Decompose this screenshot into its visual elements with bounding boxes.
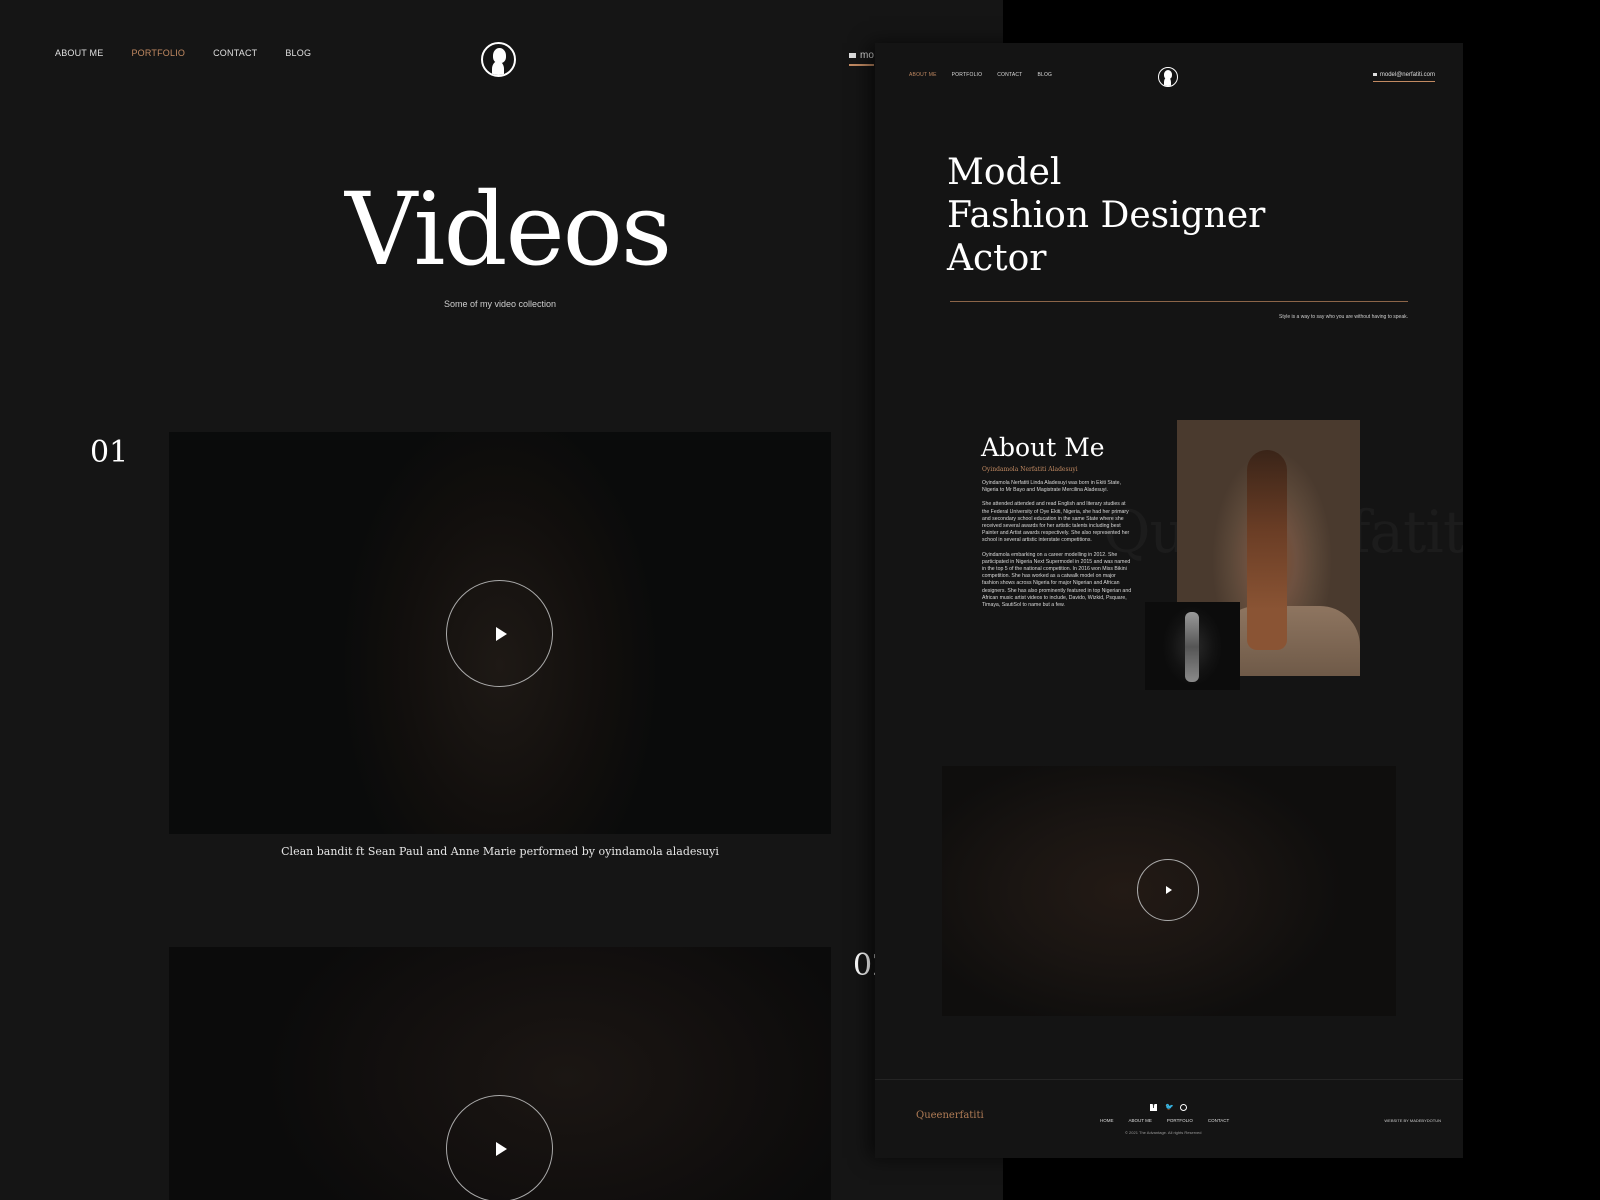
email-link[interactable]: mo: [849, 50, 874, 66]
play-icon: [496, 1141, 507, 1156]
footer-nav-contact[interactable]: CONTACT: [1208, 1118, 1229, 1123]
about-page: ABOUT ME PORTFOLIO CONTACT BLOG model@ne…: [875, 43, 1463, 1158]
photo-figure: [1185, 612, 1199, 682]
logo-neck: [1164, 77, 1171, 86]
footer-nav: HOME ABOUT ME PORTFOLIO CONTACT: [1100, 1118, 1244, 1123]
silhouette-logo-icon[interactable]: [1158, 67, 1178, 87]
roles-heading: Model Fashion Designer Actor: [947, 151, 1265, 280]
about-heading: About Me: [981, 433, 1105, 462]
main-nav: ABOUT ME PORTFOLIO CONTACT BLOG: [909, 72, 1067, 78]
footer-nav-about-me[interactable]: ABOUT ME: [1129, 1118, 1152, 1123]
nav-contact[interactable]: CONTACT: [213, 48, 257, 58]
twitter-icon[interactable]: 🐦: [1165, 1104, 1174, 1111]
runway-photo: [1145, 602, 1240, 690]
play-button[interactable]: [446, 580, 553, 687]
videos-page: ABOUT ME PORTFOLIO CONTACT BLOG mo Video…: [0, 0, 1003, 1200]
bio-paragraph: She attended attended and read English a…: [982, 501, 1130, 544]
play-icon: [496, 626, 507, 641]
nav-portfolio[interactable]: PORTFOLIO: [952, 72, 983, 78]
role-actor: Actor: [947, 238, 1047, 279]
about-bio: Oyindamola Nerfatiti Linda Aladesuyi was…: [982, 480, 1132, 616]
video-player[interactable]: [169, 947, 831, 1200]
site-credit[interactable]: WEBSITE BY MADEBYDOTUN: [1384, 1118, 1441, 1123]
play-icon: [1166, 886, 1172, 894]
silhouette-logo-icon[interactable]: [481, 42, 516, 77]
logo-neck: [492, 61, 504, 75]
footer-nav-home[interactable]: HOME: [1100, 1118, 1114, 1123]
play-button[interactable]: [1137, 859, 1199, 921]
tagline-quote: Style is a way to say who you are withou…: [1279, 314, 1408, 320]
bio-paragraph: Oyindamola embarking on a career modelli…: [982, 551, 1132, 609]
video-player[interactable]: [169, 432, 831, 834]
nav-contact[interactable]: CONTACT: [997, 72, 1022, 78]
about-full-name: Oyindamola Nerfatiti Aladesuyi: [982, 466, 1078, 473]
nav-about-me[interactable]: ABOUT ME: [909, 72, 937, 78]
email-text: model@nerfatiti.com: [1379, 72, 1435, 78]
video-number: 01: [90, 435, 129, 470]
nav-portfolio[interactable]: PORTFOLIO: [131, 48, 185, 58]
footer-brand[interactable]: Queenerfatiti: [916, 1110, 984, 1121]
mail-icon: [849, 52, 856, 58]
social-links: f 🐦: [1150, 1104, 1187, 1111]
email-link[interactable]: model@nerfatiti.com: [1372, 72, 1435, 82]
video-caption: Clean bandit ft Sean Paul and Anne Marie…: [281, 845, 719, 858]
instagram-icon[interactable]: [1180, 1104, 1187, 1111]
main-nav: ABOUT ME PORTFOLIO CONTACT BLOG: [55, 48, 339, 58]
page-title: Videos: [345, 171, 672, 288]
copyright: © 2021 The Advantage. All rights Reserve…: [1125, 1130, 1202, 1135]
play-button[interactable]: [446, 1095, 553, 1200]
divider: [950, 301, 1408, 302]
nav-blog[interactable]: BLOG: [1037, 72, 1052, 78]
footer-nav-portfolio[interactable]: PORTFOLIO: [1167, 1118, 1193, 1123]
footer: Queenerfatiti f 🐦 HOME ABOUT ME PORTFOLI…: [875, 1079, 1463, 1158]
mail-icon: [1372, 72, 1377, 76]
facebook-icon[interactable]: f: [1150, 1104, 1157, 1111]
video-player[interactable]: [942, 766, 1396, 1016]
bio-paragraph: Oyindamola Nerfatiti Linda Aladesuyi was…: [982, 480, 1121, 494]
role-model: Model: [947, 152, 1062, 193]
email-text: mo: [860, 50, 874, 61]
nav-blog[interactable]: BLOG: [285, 48, 311, 58]
page-subtitle: Some of my video collection: [443, 299, 557, 309]
nav-about-me[interactable]: ABOUT ME: [55, 48, 103, 58]
role-fashion-designer: Fashion Designer: [947, 195, 1266, 236]
photo-figure: [1247, 450, 1287, 650]
